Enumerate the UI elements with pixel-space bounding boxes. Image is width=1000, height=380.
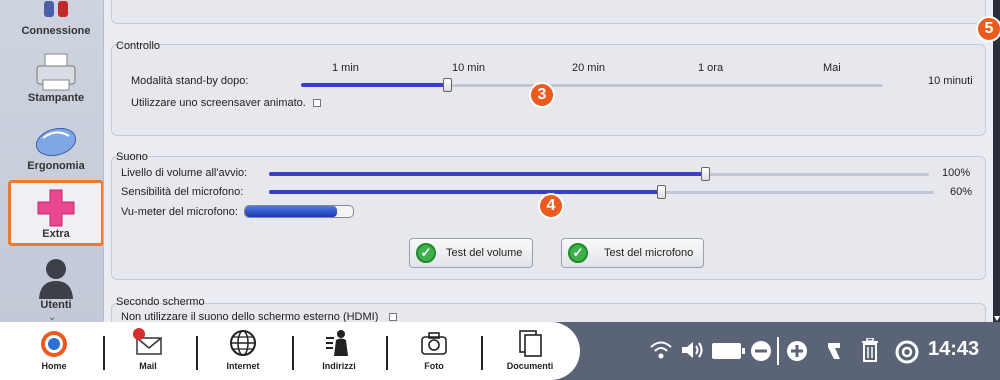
volume-icon[interactable] <box>680 340 706 360</box>
mic-label: Sensibilità del microfono: <box>121 186 244 198</box>
standby-slider[interactable] <box>301 78 883 92</box>
camera-icon <box>421 332 447 355</box>
sidebar-item-connessione[interactable]: Connessione <box>8 0 104 40</box>
standby-slider-thumb[interactable] <box>442 78 452 92</box>
taskbar-indirizzi[interactable]: Indirizzi <box>299 328 379 371</box>
sidebar-item-label: Connessione <box>21 25 91 37</box>
user-icon <box>39 259 73 299</box>
mic-slider-fill <box>269 190 662 194</box>
taskbar-documenti[interactable]: Documenti <box>490 328 570 371</box>
globe-icon <box>230 330 256 356</box>
sidebar: Connessione Stampante Ergonomia Extra Ut… <box>0 0 108 322</box>
controllo-title: Controllo <box>116 40 161 52</box>
taskbar-divider <box>481 336 483 370</box>
documents-icon <box>519 330 542 357</box>
trash-icon[interactable] <box>860 338 880 362</box>
volume-slider[interactable] <box>269 167 929 181</box>
screensaver-checkbox[interactable] <box>313 99 321 107</box>
test-volume-button[interactable]: ✓ Test del volume <box>409 238 534 268</box>
standby-slider-fill <box>301 83 447 87</box>
connection-icon <box>44 1 68 17</box>
vumeter-fill <box>245 206 337 217</box>
taskbar-divider <box>386 336 388 370</box>
taskbar-label: Home <box>41 361 67 371</box>
vumeter-bar <box>244 205 354 218</box>
secondo-schermo-title: Secondo schermo <box>116 296 205 308</box>
standby-label: Modalità stand-by dopo: <box>131 75 249 87</box>
undo-icon[interactable] <box>824 340 844 362</box>
printer-icon <box>36 53 76 91</box>
step-badge: 5 <box>976 16 1000 42</box>
taskbar-divider <box>196 336 198 370</box>
scroll-down-icon[interactable] <box>994 316 1000 321</box>
standby-tick: 1 ora <box>698 62 724 74</box>
taskbar: Home Mail Internet Indirizzi Foto Docume… <box>0 322 1000 380</box>
test-mic-label: Test del microfono <box>604 247 694 259</box>
wifi-icon[interactable] <box>650 340 672 360</box>
test-volume-label: Test del volume <box>446 247 523 259</box>
taskbar-label: Foto <box>424 361 444 371</box>
mail-icon <box>133 328 162 355</box>
settings-panel: Controllo Modalità stand-by dopo: 1 min … <box>103 0 993 322</box>
sidebar-item-label: Stampante <box>27 92 85 104</box>
sidebar-item-stampante[interactable]: Stampante <box>8 45 104 107</box>
hdmi-label: Non utilizzare il suono dello schermo es… <box>121 311 379 322</box>
standby-tick: Mai <box>823 62 841 74</box>
scrollbar[interactable] <box>993 0 1000 322</box>
volume-slider-thumb[interactable] <box>700 167 710 181</box>
mic-value: 60% <box>950 186 973 198</box>
sidebar-item-label: Ergonomia <box>27 160 85 172</box>
help-icon[interactable] <box>895 340 919 364</box>
standby-value: 10 minuti <box>928 75 973 87</box>
taskbar-label: Documenti <box>506 361 554 371</box>
sidebar-item-label: Extra <box>42 228 70 240</box>
standby-tick: 10 min <box>452 62 486 74</box>
zoom-in-icon[interactable] <box>786 340 808 362</box>
taskbar-home[interactable]: Home <box>14 328 94 371</box>
mouse-icon <box>35 127 77 157</box>
tray-divider <box>777 337 779 365</box>
volume-value: 100% <box>942 167 971 179</box>
standby-tick: 20 min <box>572 62 606 74</box>
plus-icon <box>37 189 75 227</box>
contacts-icon <box>326 330 348 356</box>
mic-slider[interactable] <box>269 185 934 199</box>
taskbar-label: Indirizzi <box>322 361 356 371</box>
taskbar-label: Internet <box>226 361 260 371</box>
battery-icon <box>712 343 745 359</box>
step-badge: 4 <box>538 193 564 219</box>
suono-title: Suono <box>116 151 148 163</box>
taskbar-foto[interactable]: Foto <box>394 328 474 371</box>
check-icon: ✓ <box>568 243 588 263</box>
taskbar-mail[interactable]: Mail <box>108 328 188 371</box>
sidebar-item-ergonomia[interactable]: Ergonomia <box>8 113 104 175</box>
zoom-out-icon[interactable] <box>750 340 772 362</box>
volume-label: Livello di volume all'avvio: <box>121 167 248 179</box>
home-icon <box>41 331 67 357</box>
mic-slider-thumb[interactable] <box>657 185 667 199</box>
clock: 14:43 <box>928 338 980 360</box>
sidebar-item-utenti[interactable]: Utenti <box>8 252 104 314</box>
chevron-down-icon[interactable]: ⌄ <box>48 312 56 322</box>
check-icon: ✓ <box>416 243 436 263</box>
vumeter-label: Vu-meter del microfono: <box>121 206 238 218</box>
previous-group <box>111 0 986 24</box>
taskbar-divider <box>292 336 294 370</box>
step-badge: 3 <box>529 82 555 108</box>
sidebar-item-extra[interactable]: Extra <box>8 180 104 246</box>
taskbar-label: Mail <box>139 361 157 371</box>
taskbar-divider <box>103 336 105 370</box>
test-mic-button[interactable]: ✓ Test del microfono <box>561 238 705 268</box>
volume-slider-fill <box>269 172 705 176</box>
screensaver-label: Utilizzare uno screensaver animato. <box>131 97 306 109</box>
standby-tick: 1 min <box>332 62 359 74</box>
hdmi-checkbox[interactable] <box>389 313 397 321</box>
taskbar-internet[interactable]: Internet <box>203 328 283 371</box>
